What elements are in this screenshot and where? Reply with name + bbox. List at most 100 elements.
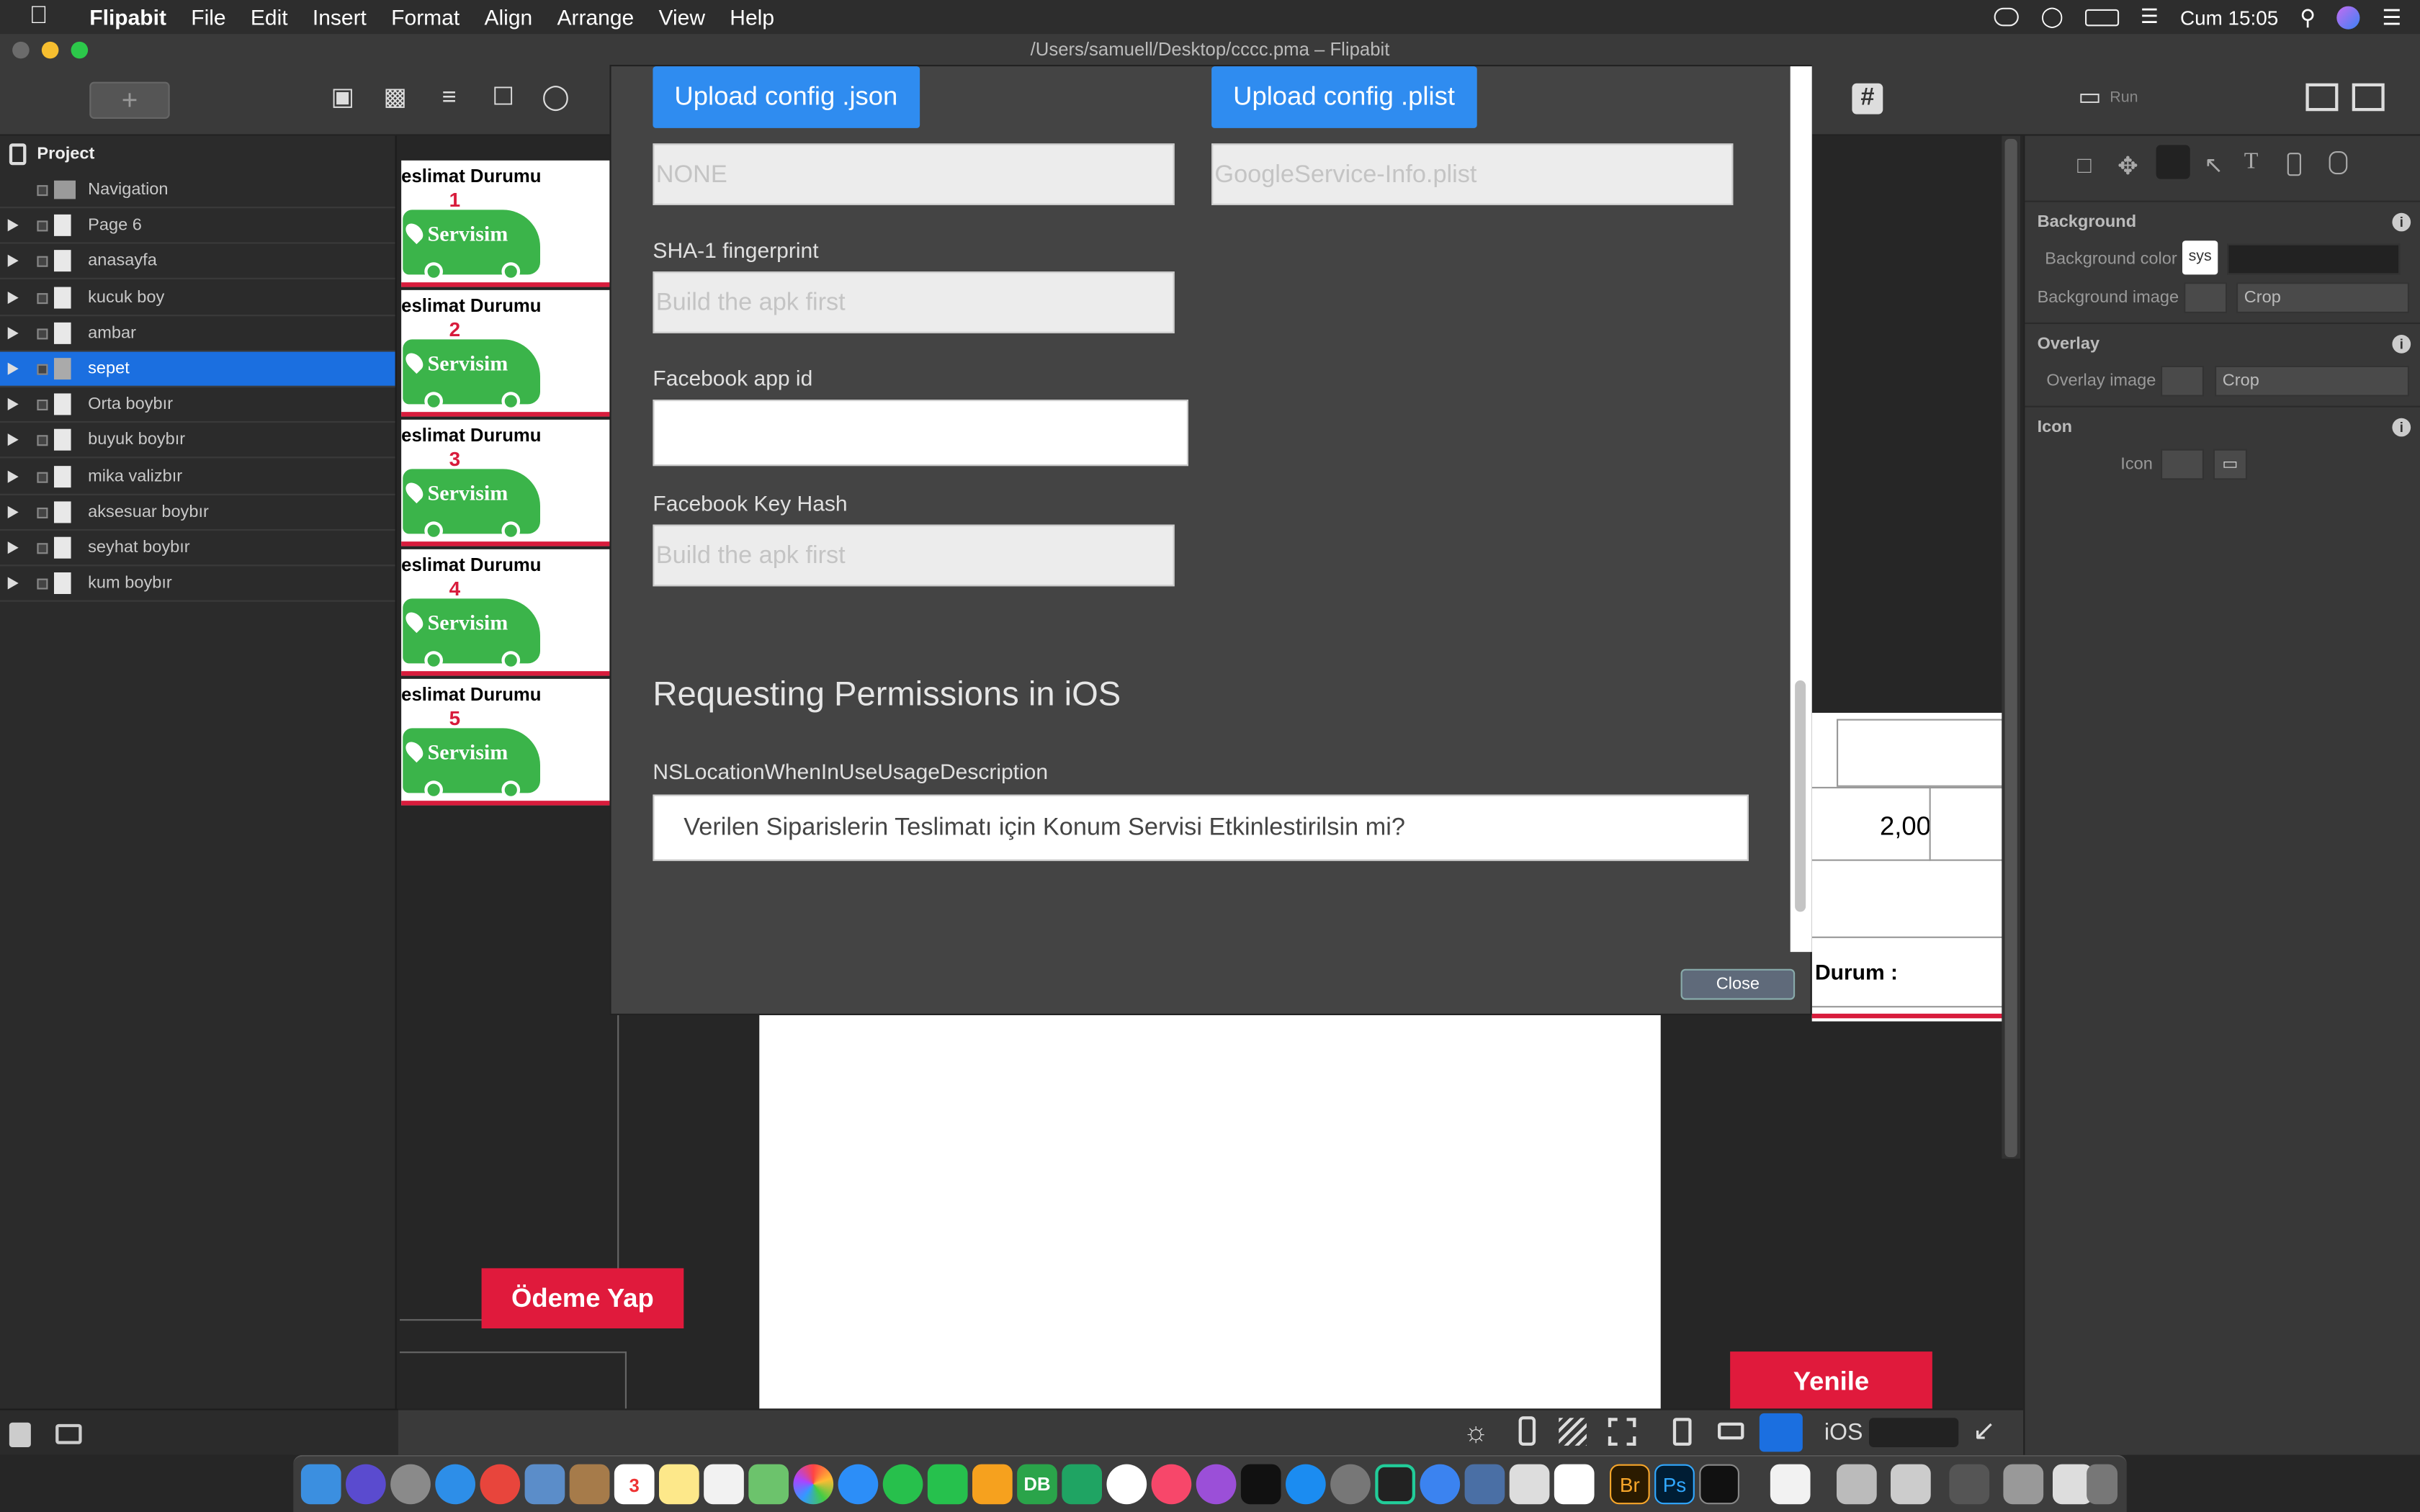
sidebar-item-aksesuar-boyb-r[interactable]: aksesuar boybır <box>0 495 395 531</box>
delivery-status-card[interactable]: eslimat Durumu 3 Servisim <box>401 419 610 546</box>
brightness-icon[interactable]: ☼ <box>1463 1416 1488 1449</box>
wifi-icon[interactable]: ☰ <box>2141 4 2159 29</box>
delivery-status-card[interactable]: eslimat Durumu 1 Servisim <box>401 160 610 287</box>
menu-format[interactable]: Format <box>379 4 472 29</box>
window-minimize-button[interactable] <box>41 41 59 59</box>
sidebar-item-buyuk-boyb-r[interactable]: buyuk boybır <box>0 423 395 459</box>
grid-icon[interactable]: # <box>1852 83 1883 114</box>
new-page-icon[interactable] <box>9 1422 31 1447</box>
sidebar-item-kucuk-boy[interactable]: kucuk boy <box>0 280 395 316</box>
calendar-icon[interactable]: 3 <box>614 1464 655 1505</box>
visibility-checkbox[interactable] <box>37 436 48 447</box>
facebook-app-id-input[interactable] <box>653 400 1188 467</box>
icon-monitor-icon[interactable]: ▭ <box>2213 449 2247 480</box>
background-image-well[interactable] <box>2184 282 2228 313</box>
folder-stack-icon[interactable] <box>1949 1464 1990 1505</box>
messages-icon[interactable] <box>838 1464 879 1505</box>
sidebar-item-mika-valizb-r[interactable]: mika valizbır <box>0 459 395 495</box>
preview-monitor-icon[interactable]: ▭ <box>2073 84 2107 114</box>
sheets-icon[interactable] <box>1062 1464 1102 1505</box>
overlay-image-well[interactable] <box>2161 365 2204 397</box>
refresh-button[interactable]: Yenile <box>1730 1351 1932 1409</box>
background-color-swatch[interactable] <box>2227 243 2401 275</box>
document-icon[interactable] <box>1770 1464 1811 1505</box>
disclosure-triangle-icon[interactable] <box>7 505 19 518</box>
visibility-checkbox[interactable] <box>37 256 48 268</box>
menu-clock[interactable]: Cum 15:05 <box>2180 6 2278 29</box>
notes-icon[interactable] <box>659 1464 699 1505</box>
db-browser-icon[interactable]: DB <box>1017 1464 1057 1505</box>
landscape-icon[interactable] <box>1718 1422 1744 1440</box>
paint-bucket-icon[interactable] <box>2156 145 2190 179</box>
sidebar-item-anasayfa[interactable]: anasayfa <box>0 244 395 280</box>
spotlight-search-icon[interactable]: ⚲ <box>2300 4 2316 30</box>
menu-view[interactable]: View <box>646 4 717 29</box>
menu-app-name[interactable]: Flipabit <box>77 4 179 29</box>
music-icon[interactable] <box>1151 1464 1192 1505</box>
location-usage-input[interactable]: Verilen Siparislerin Teslimatı için Konu… <box>653 794 1749 861</box>
delivery-status-card[interactable]: eslimat Durumu 5 Servisim <box>401 678 610 806</box>
battery-icon[interactable] <box>2084 8 2119 26</box>
phone-device-icon[interactable] <box>1518 1416 1536 1446</box>
video-icon[interactable]: ▩ <box>380 84 411 114</box>
visibility-checkbox[interactable] <box>37 578 48 590</box>
screenshots-icon[interactable] <box>2003 1464 2044 1505</box>
pixel-app-icon[interactable] <box>1375 1464 1415 1505</box>
background-crop-select[interactable]: Crop <box>2236 282 2409 313</box>
sidebar-item-seyhat-boyb-r[interactable]: seyhat boybır <box>0 531 395 567</box>
background-info-icon[interactable]: i <box>2392 212 2411 232</box>
system-preferences-icon[interactable] <box>1330 1464 1371 1505</box>
sidebar-item-sepet[interactable]: sepet <box>0 351 395 387</box>
visibility-checkbox[interactable] <box>37 328 48 339</box>
collapse-icon[interactable]: ↙ <box>1973 1415 1996 1447</box>
app-store-icon[interactable] <box>1286 1464 1326 1505</box>
new-folder-icon[interactable] <box>55 1423 82 1444</box>
overlay-info-icon[interactable]: i <box>2392 335 2411 354</box>
canvas-scroll-thumb[interactable] <box>2004 138 2017 1158</box>
trash-icon[interactable] <box>2087 1464 2118 1505</box>
preview-icon[interactable] <box>524 1464 565 1505</box>
siri-icon[interactable] <box>2337 5 2361 29</box>
close-button[interactable]: Close <box>1680 968 1796 1000</box>
run-label[interactable]: Run <box>2110 89 2138 107</box>
sidebar-item-ambar[interactable]: ambar <box>0 316 395 352</box>
whatsapp-icon[interactable] <box>882 1464 923 1505</box>
device-icon[interactable] <box>2287 153 2301 176</box>
window-zoom-button[interactable] <box>71 41 89 59</box>
dialog-scroll-thumb[interactable] <box>1795 680 1806 912</box>
upload-plist-button[interactable]: Upload config .plist <box>1211 66 1476 128</box>
icon-info-icon[interactable]: i <box>2392 418 2411 437</box>
text-tool-icon[interactable]: T <box>2244 150 2259 176</box>
reminders-icon[interactable] <box>704 1464 744 1505</box>
photoshop-icon[interactable]: Ps <box>1654 1464 1695 1505</box>
menu-align[interactable]: Align <box>472 4 544 29</box>
apple-dock-icon[interactable] <box>1509 1464 1550 1505</box>
3d-box-icon[interactable]: □ <box>2077 153 2091 179</box>
photos-icon[interactable] <box>793 1464 834 1505</box>
podcasts-icon[interactable] <box>1196 1464 1237 1505</box>
menu-insert[interactable]: Insert <box>300 4 379 29</box>
web-icon[interactable]: ◯ <box>540 84 571 114</box>
bridge-icon[interactable]: Br <box>1610 1464 1650 1505</box>
sidebar-item-orta-boyb-r[interactable]: Orta boybır <box>0 387 395 423</box>
disclosure-triangle-icon[interactable] <box>7 398 19 411</box>
database-icon[interactable] <box>2329 151 2348 175</box>
safari-icon[interactable] <box>435 1464 475 1505</box>
visibility-checkbox[interactable] <box>37 364 48 375</box>
terminal-icon[interactable] <box>1699 1464 1739 1505</box>
launchpad-icon[interactable] <box>390 1464 431 1505</box>
contacts-icon[interactable] <box>569 1464 610 1505</box>
upload-json-button[interactable]: Upload config .json <box>653 66 920 128</box>
facebook-key-hash-field[interactable]: Build the apk first <box>653 524 1175 587</box>
dialog-scrollbar[interactable] <box>1790 66 1812 953</box>
visibility-checkbox[interactable] <box>37 220 48 232</box>
stack-icon[interactable] <box>1891 1464 1931 1505</box>
menu-help[interactable]: Help <box>717 4 786 29</box>
visibility-checkbox[interactable] <box>37 543 48 554</box>
move-icon[interactable]: ✥ <box>2118 151 2138 182</box>
disclosure-triangle-icon[interactable] <box>7 362 19 375</box>
firebase-icon[interactable] <box>972 1464 1013 1505</box>
visibility-checkbox[interactable] <box>37 471 48 482</box>
activity-monitor-icon[interactable] <box>1464 1464 1505 1505</box>
disclosure-triangle-icon[interactable] <box>7 541 19 554</box>
